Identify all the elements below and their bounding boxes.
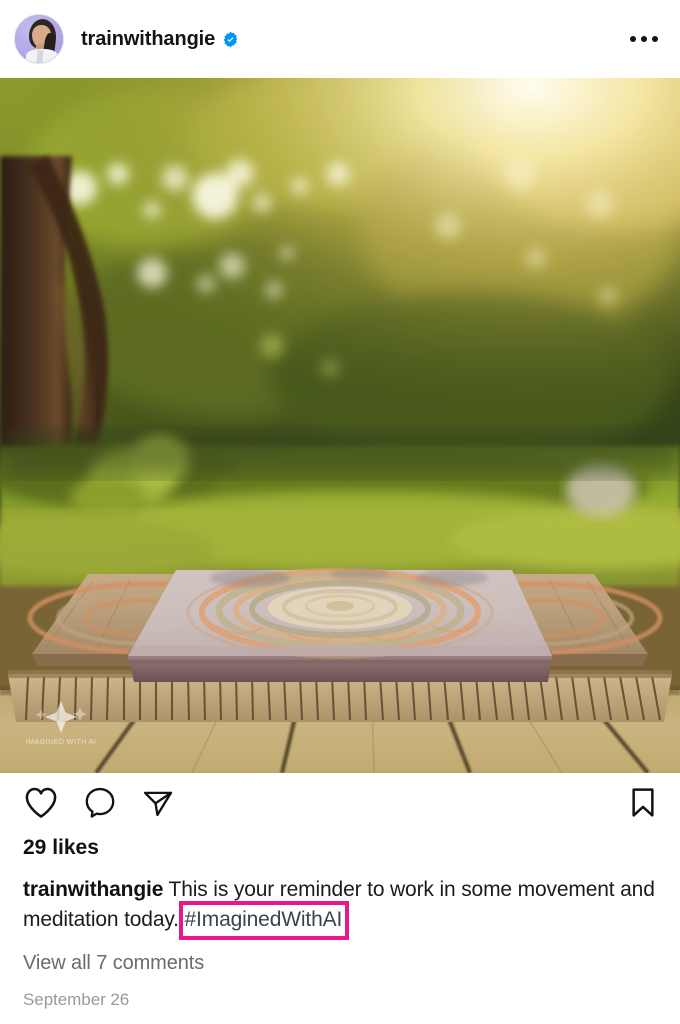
hashtag-annotation-group: #ImaginedWithAI — [178, 901, 350, 940]
hashtag-link[interactable]: #ImaginedWithAI — [185, 908, 343, 931]
post-image[interactable]: IMAGINED WITH AI — [0, 78, 680, 773]
heart-icon[interactable] — [23, 786, 59, 819]
caption-author[interactable]: trainwithangie — [23, 878, 163, 901]
post-action-bar — [0, 773, 680, 831]
view-all-comments-link[interactable]: View all 7 comments — [23, 953, 658, 973]
post-image-graphic — [0, 78, 680, 773]
username-container[interactable]: trainwithangie — [81, 29, 239, 49]
avatar[interactable] — [14, 14, 64, 64]
avatar-shirt-shadow — [36, 49, 44, 63]
more-options-icon[interactable] — [626, 26, 662, 52]
post-body: 29 likes trainwithangie This is your rem… — [0, 831, 680, 1024]
likes-count: 29 likes — [23, 836, 99, 859]
more-dot — [641, 36, 647, 42]
more-dot — [652, 36, 658, 42]
bookmark-icon[interactable] — [628, 786, 658, 819]
verified-badge-icon — [223, 31, 238, 47]
instagram-post-card: trainwithangie IMAGINED WITH AI 29 likes… — [0, 0, 680, 1024]
username-label[interactable]: trainwithangie — [81, 29, 215, 49]
post-caption: trainwithangie This is your reminder to … — [23, 875, 658, 940]
comment-icon[interactable] — [83, 786, 117, 819]
post-header: trainwithangie — [0, 0, 680, 78]
primary-actions — [23, 786, 175, 819]
post-timestamp: September 26 — [23, 990, 130, 1009]
more-dot — [630, 36, 636, 42]
share-paper-plane-icon[interactable] — [141, 786, 175, 819]
